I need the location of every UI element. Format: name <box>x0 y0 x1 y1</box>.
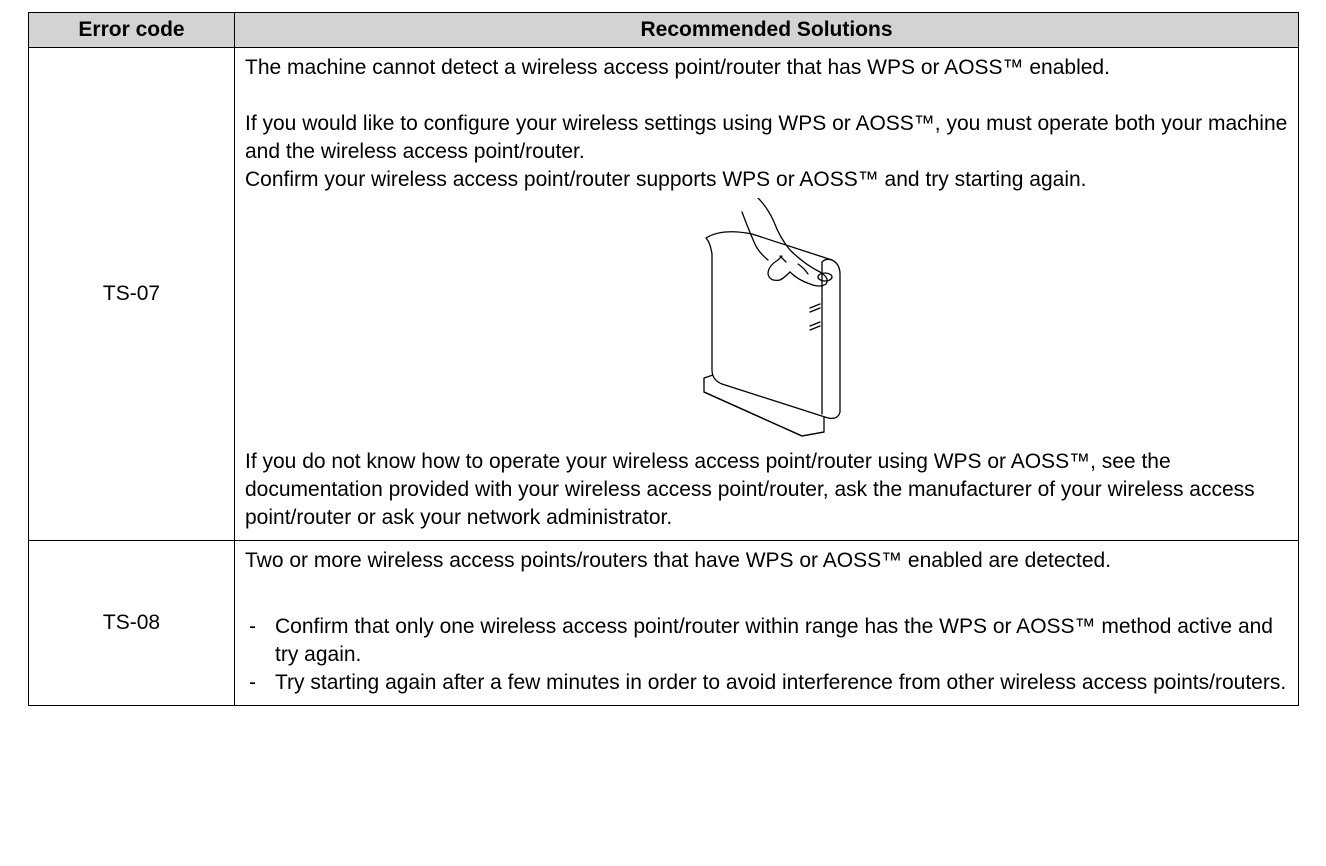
list-item-text: Try starting again after a few minutes i… <box>275 671 1287 694</box>
solution-paragraph: Two or more wireless access points/route… <box>245 549 1112 572</box>
table-row-ts-08: TS-08 Two or more wireless access points… <box>28 540 1299 706</box>
header-recommended-solutions: Recommended Solutions <box>234 12 1299 48</box>
solution-list: - Confirm that only one wireless access … <box>245 613 1288 697</box>
solution-cell: Two or more wireless access points/route… <box>234 540 1299 706</box>
solution-cell: The machine cannot detect a wireless acc… <box>234 47 1299 541</box>
error-code-cell: TS-07 <box>28 47 235 541</box>
table-header-row: Error code Recommended Solutions <box>28 12 1299 48</box>
list-item: - Confirm that only one wireless access … <box>245 613 1288 669</box>
list-item-text: Confirm that only one wireless access po… <box>275 615 1273 666</box>
error-code-cell: TS-08 <box>28 540 235 706</box>
solution-paragraph: The machine cannot detect a wireless acc… <box>245 56 1110 79</box>
bullet-dash: - <box>249 671 256 694</box>
list-item: - Try starting again after a few minutes… <box>245 669 1288 697</box>
solution-paragraph: If you do not know how to operate your w… <box>245 450 1255 529</box>
solution-paragraph: Confirm your wireless access point/route… <box>245 168 1087 191</box>
header-error-code: Error code <box>28 12 235 48</box>
solution-paragraph: If you would like to configure your wire… <box>245 112 1288 163</box>
error-code-table: Error code Recommended Solutions TS-07 T… <box>28 12 1299 706</box>
table-row-ts-07: TS-07 The machine cannot detect a wirele… <box>28 47 1299 541</box>
router-illustration <box>245 198 1288 444</box>
router-wps-button-press-icon <box>702 198 841 437</box>
bullet-dash: - <box>249 615 256 638</box>
